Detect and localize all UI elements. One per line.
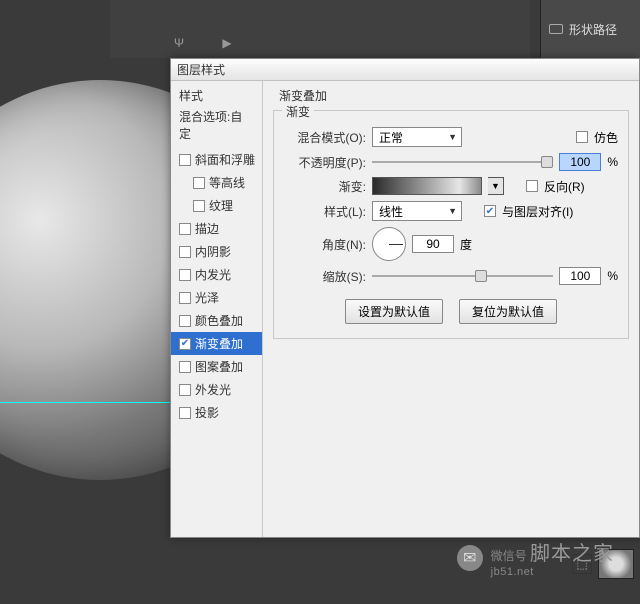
reverse-label: 反向(R) <box>544 178 585 195</box>
play-icon: ▶ <box>218 34 236 52</box>
wechat-icon: ✉ <box>457 545 483 571</box>
scale-slider[interactable] <box>372 269 553 283</box>
group-label: 渐变 <box>282 103 314 120</box>
angle-dial[interactable] <box>372 227 406 261</box>
style-row[interactable]: 内阴影 <box>171 240 262 263</box>
gradient-preview[interactable] <box>372 177 482 195</box>
gradient-dropdown-button[interactable]: ▼ <box>488 177 504 195</box>
options-bar: Ψ ▶ <box>110 0 530 58</box>
style-row[interactable]: 等高线 <box>171 171 262 194</box>
scale-label: 缩放(S): <box>284 268 366 285</box>
wm-name: 脚本之家 <box>530 543 614 565</box>
style-label: 光泽 <box>195 289 219 306</box>
style-label: 外发光 <box>195 381 231 398</box>
opacity-label: 不透明度(P): <box>284 154 366 171</box>
opacity-slider[interactable] <box>372 155 553 169</box>
rect-icon <box>549 24 563 34</box>
style-label: 等高线 <box>209 174 245 191</box>
style-checkbox[interactable] <box>179 315 191 327</box>
style-row[interactable]: 投影 <box>171 401 262 424</box>
layer-style-dialog: 图层样式 样式 混合选项:自定 斜面和浮雕等高线纹理描边内阴影内发光光泽颜色叠加… <box>170 58 640 538</box>
style-checkbox[interactable] <box>179 384 191 396</box>
style-row[interactable]: ✔ 渐变叠加 <box>171 332 262 355</box>
style-row[interactable]: 描边 <box>171 217 262 240</box>
watermark: ✉ 微信号 脚本之家 jb51.net <box>457 537 614 578</box>
style-label: 纹理 <box>209 197 233 214</box>
blend-mode-select[interactable]: 正常 <box>372 127 462 147</box>
angle-value[interactable]: 90 <box>412 235 454 253</box>
style-checkbox[interactable] <box>179 269 191 281</box>
style-label: 投影 <box>195 404 219 421</box>
blend-mode-label: 混合模式(O): <box>284 129 366 146</box>
style-label: 颜色叠加 <box>195 312 243 329</box>
style-checkbox[interactable] <box>179 407 191 419</box>
wm-prefix: 微信号 <box>491 549 527 563</box>
reset-default-button[interactable]: 复位为默认值 <box>459 299 557 324</box>
style-checkbox[interactable] <box>179 292 191 304</box>
styles-header: 样式 <box>171 81 262 108</box>
align-label: 与图层对齐(I) <box>502 203 573 220</box>
style-row[interactable]: 纹理 <box>171 194 262 217</box>
style-checkbox[interactable] <box>179 223 191 235</box>
style-label: 图案叠加 <box>195 358 243 375</box>
dither-checkbox[interactable] <box>576 131 588 143</box>
style-checkbox[interactable] <box>179 361 191 373</box>
opacity-value[interactable]: 100 <box>559 153 601 171</box>
panel-title: 渐变叠加 <box>279 87 629 104</box>
dither-label: 仿色 <box>594 129 618 146</box>
scale-unit: % <box>607 269 618 283</box>
style-row[interactable]: 斜面和浮雕 <box>171 148 262 171</box>
align-checkbox[interactable]: ✔ <box>484 205 496 217</box>
scale-value[interactable]: 100 <box>559 267 601 285</box>
styles-column: 样式 混合选项:自定 斜面和浮雕等高线纹理描边内阴影内发光光泽颜色叠加 ✔ 渐变叠加… <box>171 81 263 537</box>
canvas-guide <box>0 402 170 403</box>
style-label: 描边 <box>195 220 219 237</box>
style-checkbox[interactable] <box>179 154 191 166</box>
style-row[interactable]: 光泽 <box>171 286 262 309</box>
shape-path-label: 形状路径 <box>569 21 617 38</box>
angle-unit: 度 <box>460 236 472 253</box>
angle-label: 角度(N): <box>284 236 366 253</box>
style-checkbox[interactable] <box>193 200 205 212</box>
style-row[interactable]: 颜色叠加 <box>171 309 262 332</box>
shape-path-panel: 形状路径 <box>540 0 640 58</box>
style-row[interactable]: 外发光 <box>171 378 262 401</box>
blend-options-label[interactable]: 混合选项:自定 <box>171 108 262 148</box>
reverse-checkbox[interactable] <box>526 180 538 192</box>
style-select[interactable]: 线性 <box>372 201 462 221</box>
style-checkbox[interactable]: ✔ <box>179 338 191 350</box>
style-row[interactable]: 图案叠加 <box>171 355 262 378</box>
wm-site: jb51.net <box>491 566 614 578</box>
style-label: 内阴影 <box>195 243 231 260</box>
gradient-label: 渐变: <box>284 178 366 195</box>
style-checkbox[interactable] <box>193 177 205 189</box>
make-default-button[interactable]: 设置为默认值 <box>345 299 443 324</box>
gradient-overlay-panel: 渐变叠加 渐变 混合模式(O): 正常 仿色 不透明度(P): 100 % <box>263 81 639 537</box>
fork-icon: Ψ <box>170 34 188 52</box>
style-label: 样式(L): <box>284 203 366 220</box>
style-label: 渐变叠加 <box>195 335 243 352</box>
style-label: 内发光 <box>195 266 231 283</box>
opacity-unit: % <box>607 155 618 169</box>
style-label: 斜面和浮雕 <box>195 151 255 168</box>
style-row[interactable]: 内发光 <box>171 263 262 286</box>
dialog-title: 图层样式 <box>171 59 639 81</box>
style-checkbox[interactable] <box>179 246 191 258</box>
